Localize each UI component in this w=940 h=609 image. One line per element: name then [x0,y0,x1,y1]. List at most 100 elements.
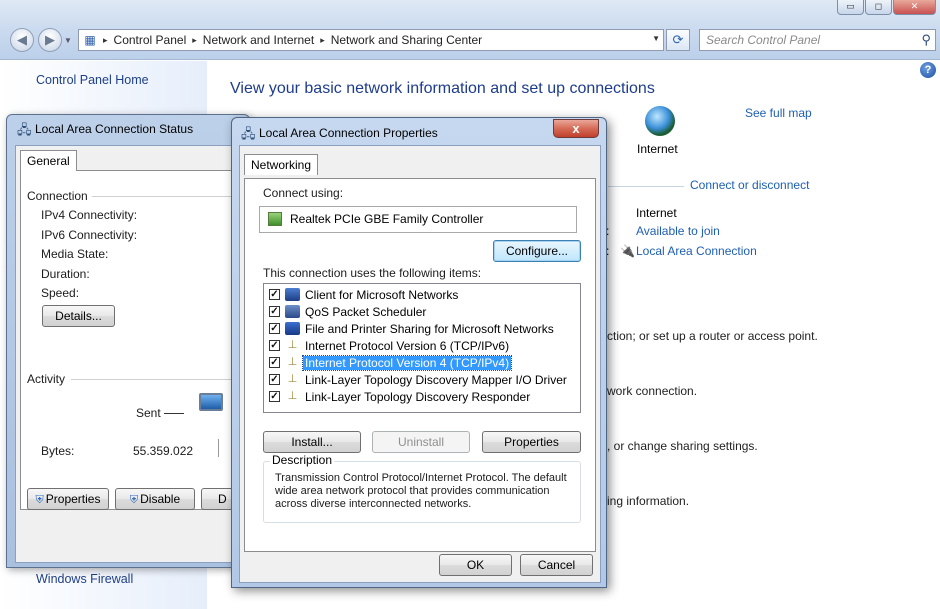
breadcrumb-control-panel[interactable]: Control Panel [110,33,191,47]
list-item[interactable]: ✓ File and Printer Sharing for Microsoft… [269,320,556,337]
media-state-label: Media State: [41,247,109,261]
uac-shield-icon: ⛨ [129,494,139,506]
see-full-map-link[interactable]: See full map [745,106,812,120]
protocol-icon: ⊥ [287,390,298,402]
ipv4-connectivity-label: IPv4 Connectivity: [41,208,138,222]
description-group: Description Transmission Control Protoco… [263,453,581,523]
list-item[interactable]: ✓ QoS Packet Scheduler [269,303,428,320]
window-titlebar: ▭ ◻ ✕ ◀ ▶ ▼ ▦ ▸ Control Panel ▸ Network … [0,0,940,60]
breadcrumb-separator-icon[interactable]: ▸ [101,35,110,46]
minimize-button[interactable]: ▭ [837,0,864,15]
search-input[interactable]: Search Control Panel ⚲ [699,29,936,51]
connect-or-disconnect-link[interactable]: Connect or disconnect [690,178,809,192]
networking-tab-panel: Connect using: Realtek PCIe GBE Family C… [244,178,596,552]
breadcrumb-separator-icon[interactable]: ▸ [190,35,199,46]
back-arrow-icon[interactable]: ◀ [10,28,34,52]
network-plug-icon: 🖧 [241,126,256,141]
tab-general[interactable]: General [20,150,77,171]
general-tab-panel: Connection IPv4 Connectivity: IPv6 Conne… [20,170,247,510]
recent-pages-chevron-icon[interactable]: ▼ [64,36,72,45]
activity-group-line [71,379,247,380]
bytes-sent-value: 55.359.022 [133,444,194,458]
uac-shield-icon: ⛨ [35,494,44,506]
sent-line [164,413,184,414]
item-label: Internet Protocol Version 4 (TCP/IPv4) [301,354,513,371]
protocol-icon: ⊥ [287,339,298,351]
list-item-selected[interactable]: ✓ ⊥ Internet Protocol Version 4 (TCP/IPv… [269,354,513,371]
protocol-icon: ⊥ [287,356,298,368]
task-description: ction; or set up a router or access poin… [607,329,818,343]
activity-group-label: Activity [27,372,70,386]
access-type-value: Internet [636,206,677,220]
status-dialog-body: General Connection IPv4 Connectivity: IP… [15,145,247,563]
search-placeholder: Search Control Panel [706,33,821,47]
network-plug-icon: 🖧 [17,122,32,137]
items-label: This connection uses the following items… [263,266,482,280]
address-bar[interactable]: ▦ ▸ Control Panel ▸ Network and Internet… [78,29,664,51]
details-button[interactable]: Details... [42,305,115,327]
item-checkbox[interactable]: ✓ [269,323,280,334]
local-area-connection-link[interactable]: Local Area Connection [636,244,757,258]
properties-dialog-body: Networking Connect using: Realtek PCIe G… [239,145,601,583]
item-checkbox[interactable]: ✓ [269,357,280,368]
window-close-button[interactable]: ✕ [893,0,936,15]
breadcrumb-network-sharing-center[interactable]: Network and Sharing Center [327,33,486,47]
status-properties-label: Properties [45,492,101,506]
item-checkbox[interactable]: ✓ [269,289,280,300]
duration-label: Duration: [41,267,90,281]
tab-networking[interactable]: Networking [244,154,319,175]
search-icon[interactable]: ⚲ [921,32,931,48]
control-panel-icon: ▦ [84,33,96,47]
task-description: ing information. [607,494,690,508]
connection-group-label: Connection [27,189,92,203]
uninstall-button[interactable]: Uninstall [372,431,470,453]
homegroup-available-link[interactable]: Available to join [636,224,720,238]
configure-button[interactable]: Configure... [493,240,581,262]
qos-icon [285,305,300,318]
item-label: File and Printer Sharing for Microsoft N… [305,321,554,336]
bytes-label: Bytes: [41,444,75,458]
refresh-icon[interactable]: ⟳ [666,29,690,51]
task-description: , or change sharing settings. [607,439,758,453]
list-item[interactable]: ✓ ⊥ Link-Layer Topology Discovery Mapper… [269,371,569,388]
ok-button[interactable]: OK [439,554,512,576]
list-item[interactable]: ✓ ⊥ Internet Protocol Version 6 (TCP/IPv… [269,337,511,354]
cancel-button[interactable]: Cancel [520,554,593,576]
connect-using-label: Connect using: [263,186,344,200]
item-checkbox[interactable]: ✓ [269,391,280,402]
section-divider [608,186,684,187]
list-item[interactable]: ✓ Client for Microsoft Networks [269,286,460,303]
address-dropdown-icon[interactable]: ▼ [652,34,660,43]
item-checkbox[interactable]: ✓ [269,306,280,317]
control-panel-home-link[interactable]: Control Panel Home [36,73,149,87]
list-item[interactable]: ✓ ⊥ Link-Layer Topology Discovery Respon… [269,388,532,405]
disable-button[interactable]: ⛨ Disable [115,488,195,510]
network-adapter-icon [268,212,282,226]
item-properties-button[interactable]: Properties [482,431,581,453]
item-checkbox[interactable]: ✓ [269,374,280,385]
description-text: Transmission Control Protocol/Internet P… [275,472,567,510]
window-controls: ▭ ◻ ✕ [836,0,936,15]
task-description: work connection. [607,384,698,398]
help-icon[interactable]: ? [920,62,936,78]
forward-arrow-icon[interactable]: ▶ [38,28,62,52]
status-properties-button[interactable]: ⛨ Properties [27,488,109,510]
breadcrumb-network-internet[interactable]: Network and Internet [199,33,318,47]
computer-activity-icon [199,393,223,411]
dialog-close-button[interactable]: x [553,119,599,138]
properties-dialog-title: Local Area Connection Properties [259,126,438,140]
activity-divider [218,439,219,457]
connection-status-dialog: 🖧 Local Area Connection Status General C… [6,114,250,568]
breadcrumb-separator-icon[interactable]: ▸ [318,35,327,46]
install-button[interactable]: Install... [263,431,361,453]
item-checkbox[interactable]: ✓ [269,340,280,351]
maximize-button[interactable]: ◻ [865,0,892,15]
windows-firewall-link[interactable]: Windows Firewall [36,572,133,586]
internet-globe-icon [645,106,675,136]
status-dialog-title: Local Area Connection Status [35,122,194,136]
disable-label: Disable [140,492,181,506]
items-list[interactable]: ✓ Client for Microsoft Networks ✓ QoS Pa… [263,283,581,413]
internet-node-label: Internet [637,142,678,156]
client-icon [285,288,300,301]
sharing-icon [285,322,300,335]
